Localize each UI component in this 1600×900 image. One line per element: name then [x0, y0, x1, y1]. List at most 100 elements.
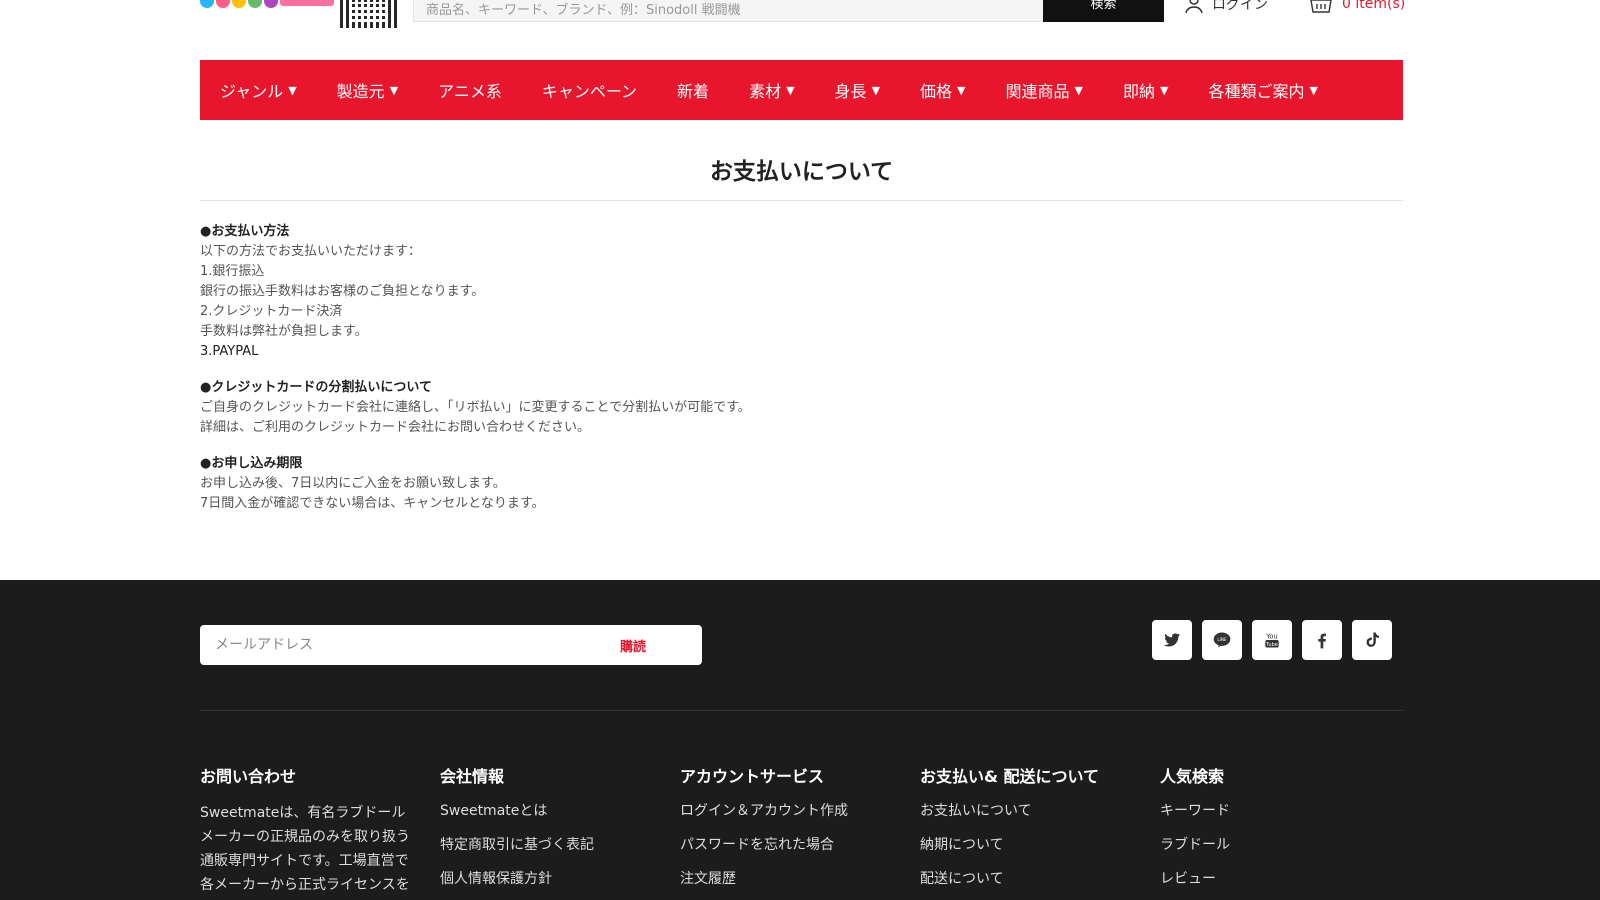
footer-column-title: アカウントサービス: [680, 767, 825, 786]
footer-link[interactable]: ログイン＆アカウント作成: [680, 801, 920, 835]
caret-down-icon: ▼: [871, 83, 881, 97]
tiktok-button[interactable]: [1352, 620, 1392, 660]
logo-letter-0: [200, 0, 214, 8]
footer-link[interactable]: キーワード: [1160, 801, 1400, 835]
qr-code: [340, 0, 398, 28]
logo-letter-1: [216, 0, 230, 8]
svg-text:Tube: Tube: [1265, 642, 1278, 648]
section-heading: ●お支払い方法: [200, 224, 290, 239]
site-logo[interactable]: [200, 0, 334, 14]
footer-column-title: 人気検索: [1160, 767, 1225, 786]
footer-column-title: 会社情報: [440, 767, 505, 786]
subscribe-button[interactable]: 購読: [620, 636, 646, 655]
section-heading: ●クレジットカードの分割払いについて: [200, 380, 432, 395]
footer-link[interactable]: ラブドール: [1160, 835, 1400, 869]
footer-column-title: お支払い& 配送について: [920, 767, 1100, 786]
nav-item-label: 身長: [834, 82, 867, 101]
section-line: 3.PAYPAL: [200, 344, 259, 359]
login-label: ログイン: [1212, 0, 1268, 13]
caret-down-icon: ▼: [1160, 83, 1169, 97]
user-icon: [1185, 0, 1203, 14]
nav-item-label: 価格: [920, 82, 953, 101]
footer-link[interactable]: Sweetmateとは: [440, 801, 680, 835]
nav-item-0[interactable]: ジャンル ▼: [220, 78, 297, 102]
nav-item-label: 即納: [1123, 82, 1156, 101]
youtube-button[interactable]: You Tube: [1252, 620, 1292, 660]
nav-item-6[interactable]: 身長 ▼: [835, 78, 880, 102]
nav-item-9[interactable]: 即納 ▼: [1123, 78, 1168, 102]
line-icon: LINE: [1213, 632, 1231, 648]
title-divider: [200, 200, 1403, 201]
caret-down-icon: ▼: [288, 83, 297, 97]
login-link[interactable]: ログイン: [1184, 0, 1268, 14]
footer-column-1: 会社情報 Sweetmateとは 特定商取引に基づく表記 個人情報保護方針: [440, 763, 680, 900]
nav-item-8[interactable]: 関連商品 ▼: [1006, 78, 1083, 102]
tiktok-icon: [1366, 632, 1379, 647]
nav-item-1[interactable]: 製造元 ▼: [337, 78, 398, 102]
twitter-icon: [1163, 633, 1181, 647]
nav-item-3[interactable]: キャンペーン: [542, 78, 637, 102]
section-line: 銀行の振込手数料はお客様のご負担となります。: [200, 284, 485, 299]
footer-link[interactable]: 特定商取引に基づく表記: [440, 835, 680, 869]
footer-column-3: お支払い& 配送についてお支払いについて 納期について 配送について: [920, 763, 1160, 900]
footer-column-0: お問い合わせ Sweetmateは、有名ラブドールメーカーの正規品のみを取り扱う通…: [200, 763, 440, 900]
section-line: 7日間入金が確認できない場合は、キャンセルとなります。: [200, 496, 545, 511]
facebook-button[interactable]: [1302, 620, 1342, 660]
footer-link[interactable]: 個人情報保護方針: [440, 869, 680, 900]
nav-item-7[interactable]: 価格 ▼: [920, 78, 965, 102]
line-button[interactable]: LINE: [1202, 620, 1242, 660]
section-line: 以下の方法でお支払いいただけます：: [200, 244, 422, 259]
nav-item-label: ジャンル: [220, 82, 284, 101]
youtube-icon: You Tube: [1265, 632, 1279, 648]
cart-link[interactable]: 0 item(s): [1310, 0, 1405, 14]
nav-item-label: アニメ系: [438, 82, 502, 101]
section-heading: ●お申し込み期限: [200, 456, 303, 471]
facebook-icon: [1318, 633, 1326, 649]
footer-divider: [200, 710, 1403, 711]
section-line: 手数料は弊社が負担します。: [200, 324, 368, 339]
nav-item-label: 関連商品: [1005, 82, 1070, 101]
section-line: お申し込み後、7日以内にご入金をお願い致します。: [200, 476, 506, 491]
footer-link[interactable]: 配送について: [920, 869, 1160, 900]
footer-link[interactable]: 注文履歴: [680, 869, 920, 900]
newsletter-form: 購読: [200, 625, 702, 665]
caret-down-icon: ▼: [389, 83, 399, 97]
logo-letter-4: [264, 0, 278, 8]
caret-down-icon: ▼: [1309, 83, 1318, 97]
nav-item-label: キャンペーン: [541, 82, 638, 101]
svg-text:LINE: LINE: [1217, 637, 1227, 642]
social-links: LINE You Tube: [1152, 620, 1392, 660]
nav-item-4[interactable]: 新着: [677, 78, 709, 102]
footer-link[interactable]: パスワードを忘れた場合: [680, 835, 920, 869]
search-button[interactable]: 検索: [1043, 0, 1164, 22]
section-line: 詳細は、ご利用のクレジットカード会社にお問い合わせください。: [200, 420, 591, 435]
twitter-button[interactable]: [1152, 620, 1192, 660]
footer-column-2: アカウントサービスログイン＆アカウント作成 パスワードを忘れた場合 注文履歴: [680, 763, 920, 900]
site-header: 商品名、キーワード、ブランド、例：Sinodoll 戦闘機 検索 ログイン 0 …: [0, 0, 1600, 60]
search-input[interactable]: 商品名、キーワード、ブランド、例：Sinodoll 戦闘機: [413, 0, 1043, 22]
cart-count: 0 item(s): [1342, 0, 1406, 12]
nav-item-2[interactable]: アニメ系: [438, 78, 502, 102]
email-field[interactable]: [200, 637, 600, 653]
footer-link[interactable]: レビュー: [1160, 869, 1400, 900]
caret-down-icon: ▼: [786, 83, 795, 97]
logo-letter-3: [248, 0, 262, 8]
nav-item-label: 各種類ご案内: [1208, 82, 1305, 101]
section-line: 1.銀行振込: [200, 264, 265, 279]
nav-item-10[interactable]: 各種類ご案内 ▼: [1208, 78, 1317, 102]
cart-basket-icon: [1310, 0, 1332, 13]
footer-column-title: お問い合わせ: [200, 767, 297, 786]
nav-item-label: 新着: [677, 82, 710, 101]
main-nav: ジャンル ▼ 製造元 ▼ アニメ系 キャンペーン 新着 素材 ▼ 身長 ▼ 価格 ▼ 関連商品 ▼ 即納 ▼ 各種…: [200, 60, 1403, 120]
logo-tagline-mark: [280, 0, 334, 6]
nav-item-label: 製造元: [336, 82, 385, 101]
search-placeholder: 商品名、キーワード、ブランド、例：Sinodoll 戦闘機: [426, 3, 741, 18]
page-title: お支払いについて: [709, 159, 894, 185]
nav-item-5[interactable]: 素材 ▼: [749, 78, 794, 102]
footer-link[interactable]: お支払いについて: [920, 801, 1160, 835]
footer-link[interactable]: 納期について: [920, 835, 1160, 869]
caret-down-icon: ▼: [957, 83, 966, 97]
about-text: Sweetmateは、有名ラブドールメーカーの正規品のみを取り扱う通販専門サイト…: [200, 805, 410, 893]
caret-down-icon: ▼: [1074, 83, 1083, 97]
